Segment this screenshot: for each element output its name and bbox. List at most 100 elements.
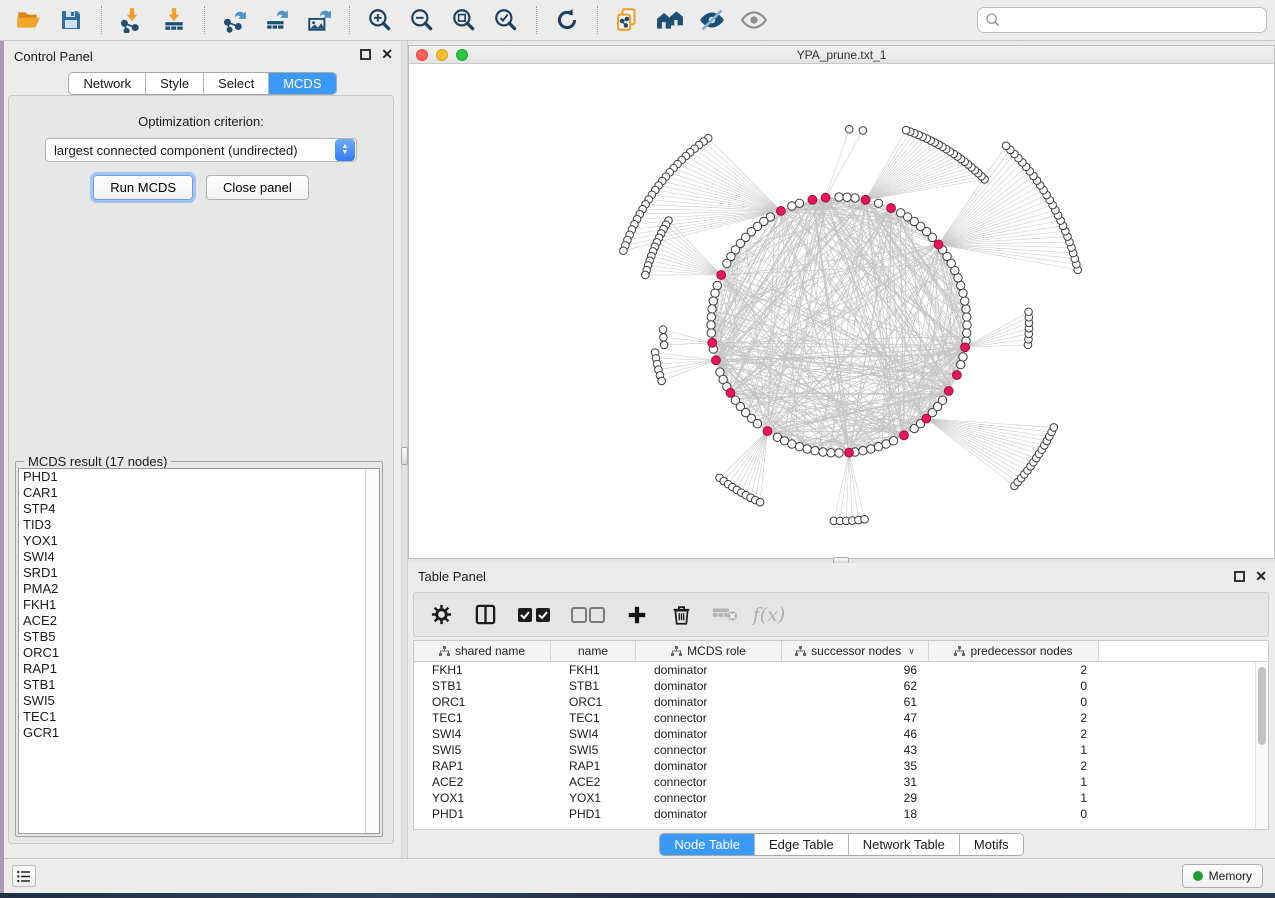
save-session-button[interactable] <box>51 4 91 36</box>
table-row[interactable]: SWI4SWI4dominator462 <box>414 726 1268 742</box>
graph-hub-node[interactable] <box>961 343 970 352</box>
graph-node[interactable] <box>889 437 897 445</box>
tab-network-table[interactable]: Network Table <box>849 834 960 855</box>
mcds-result-item[interactable]: STP4 <box>19 501 379 517</box>
zoom-selected-button[interactable] <box>486 4 526 36</box>
graph-node[interactable] <box>963 329 971 337</box>
graph-leaf-node[interactable] <box>1002 142 1010 150</box>
graph-hub-node[interactable] <box>717 271 726 280</box>
table-row[interactable]: FKH1FKH1dominator962 <box>414 662 1268 678</box>
run-mcds-button[interactable]: Run MCDS <box>93 175 193 200</box>
mcds-result-item[interactable]: RAP1 <box>19 661 379 677</box>
tab-network[interactable]: Network <box>69 73 146 94</box>
graph-leaf-node[interactable] <box>861 516 869 524</box>
graph-node[interactable] <box>713 281 721 289</box>
mcds-list-scrollbar[interactable] <box>365 469 379 833</box>
graph-node[interactable] <box>707 313 715 321</box>
mcds-result-item[interactable]: CAR1 <box>19 485 379 501</box>
graph-hub-node[interactable] <box>726 388 735 397</box>
graph-node[interactable] <box>795 443 803 451</box>
graph-node[interactable] <box>874 199 882 207</box>
mcds-result-item[interactable]: PHD1 <box>19 469 379 485</box>
mcds-result-item[interactable]: ORC1 <box>19 645 379 661</box>
graph-leaf-node[interactable] <box>659 326 667 334</box>
graph-node[interactable] <box>708 305 716 313</box>
graph-node[interactable] <box>961 297 969 305</box>
export-network-button[interactable] <box>215 4 255 36</box>
show-all-button[interactable] <box>734 4 774 36</box>
column-header-predecessor-nodes[interactable]: predecessor nodes <box>929 641 1099 661</box>
first-neighbors-button[interactable] <box>650 4 690 36</box>
graph-hub-node[interactable] <box>712 356 721 365</box>
graph-hub-node[interactable] <box>952 371 961 380</box>
mcds-result-item[interactable]: FKH1 <box>19 597 379 613</box>
graph-node[interactable] <box>753 419 761 427</box>
graph-hub-node[interactable] <box>776 207 785 216</box>
apply-layout-button[interactable] <box>547 4 587 36</box>
export-image-button[interactable] <box>299 4 339 36</box>
graph-node[interactable] <box>819 448 827 456</box>
mcds-result-item[interactable]: ACE2 <box>19 613 379 629</box>
tab-motifs[interactable]: Motifs <box>960 834 1023 855</box>
graph-node[interactable] <box>938 396 946 404</box>
mcds-result-item[interactable]: YOX1 <box>19 533 379 549</box>
table-mode-button[interactable] <box>426 600 456 630</box>
column-header-shared-name[interactable]: shared name <box>414 641 551 661</box>
mcds-result-item[interactable]: TID3 <box>19 517 379 533</box>
graph-node[interactable] <box>959 353 967 361</box>
graph-node[interactable] <box>707 329 715 337</box>
clone-network-button[interactable] <box>608 4 648 36</box>
graph-leaf-node[interactable] <box>902 126 910 134</box>
graph-node[interactable] <box>963 321 971 329</box>
table-scrollbar[interactable] <box>1255 663 1268 829</box>
table-row[interactable]: STB1STB1dominator620 <box>414 678 1268 694</box>
tab-node-table[interactable]: Node Table <box>660 834 755 855</box>
column-header-successor-nodes[interactable]: successor nodes∨ <box>782 641 929 661</box>
graph-node[interactable] <box>843 193 851 201</box>
graph-node[interactable] <box>959 289 967 297</box>
graph-node[interactable] <box>859 447 867 455</box>
graph-leaf-node[interactable] <box>756 498 764 506</box>
graph-hub-node[interactable] <box>934 240 943 249</box>
graph-leaf-node[interactable] <box>642 271 650 279</box>
deselect-all-button[interactable] <box>568 600 608 630</box>
select-all-button[interactable] <box>514 600 554 630</box>
table-row[interactable]: ORC1ORC1dominator610 <box>414 694 1268 710</box>
export-table-button[interactable] <box>257 4 297 36</box>
zoom-out-button[interactable] <box>402 4 442 36</box>
table-row[interactable]: PHD1PHD1dominator180 <box>414 806 1268 822</box>
graph-node[interactable] <box>867 445 875 453</box>
graph-hub-node[interactable] <box>900 431 909 440</box>
search-input[interactable] <box>1001 12 1259 29</box>
tab-mcds[interactable]: MCDS <box>269 73 335 94</box>
graph-leaf-node[interactable] <box>859 127 867 135</box>
graph-node[interactable] <box>788 202 796 210</box>
criterion-dropdown[interactable]: largest connected component (undirected)… <box>45 138 357 162</box>
graph-leaf-node[interactable] <box>845 125 853 133</box>
table-row[interactable]: YOX1YOX1connector291 <box>414 790 1268 806</box>
graph-hub-node[interactable] <box>887 204 896 213</box>
import-table-button[interactable] <box>154 4 194 36</box>
show-columns-button[interactable] <box>470 600 500 630</box>
mcds-result-item[interactable]: TEC1 <box>19 709 379 725</box>
float-panel-icon[interactable] <box>1234 571 1245 582</box>
graph-node[interactable] <box>709 297 717 305</box>
mcds-result-item[interactable]: SWI4 <box>19 549 379 565</box>
graph-hub-node[interactable] <box>708 338 717 347</box>
graph-node[interactable] <box>803 445 811 453</box>
splitter-handle[interactable] <box>401 447 408 465</box>
delete-column-button[interactable] <box>666 600 696 630</box>
mcds-result-item[interactable]: PMA2 <box>19 581 379 597</box>
tab-style[interactable]: Style <box>146 73 204 94</box>
mcds-result-item[interactable]: STB1 <box>19 677 379 693</box>
table-row[interactable]: ACE2ACE2connector311 <box>414 774 1268 790</box>
network-canvas[interactable] <box>409 65 1274 559</box>
graph-leaf-node[interactable] <box>620 247 628 255</box>
graph-node[interactable] <box>851 194 859 202</box>
graph-hub-node[interactable] <box>821 193 830 202</box>
table-row[interactable]: TEC1TEC1connector472 <box>414 710 1268 726</box>
graph-node[interactable] <box>827 449 835 457</box>
float-panel-icon[interactable] <box>360 49 371 60</box>
graph-node[interactable] <box>707 321 715 329</box>
graph-leaf-node[interactable] <box>1050 424 1058 432</box>
